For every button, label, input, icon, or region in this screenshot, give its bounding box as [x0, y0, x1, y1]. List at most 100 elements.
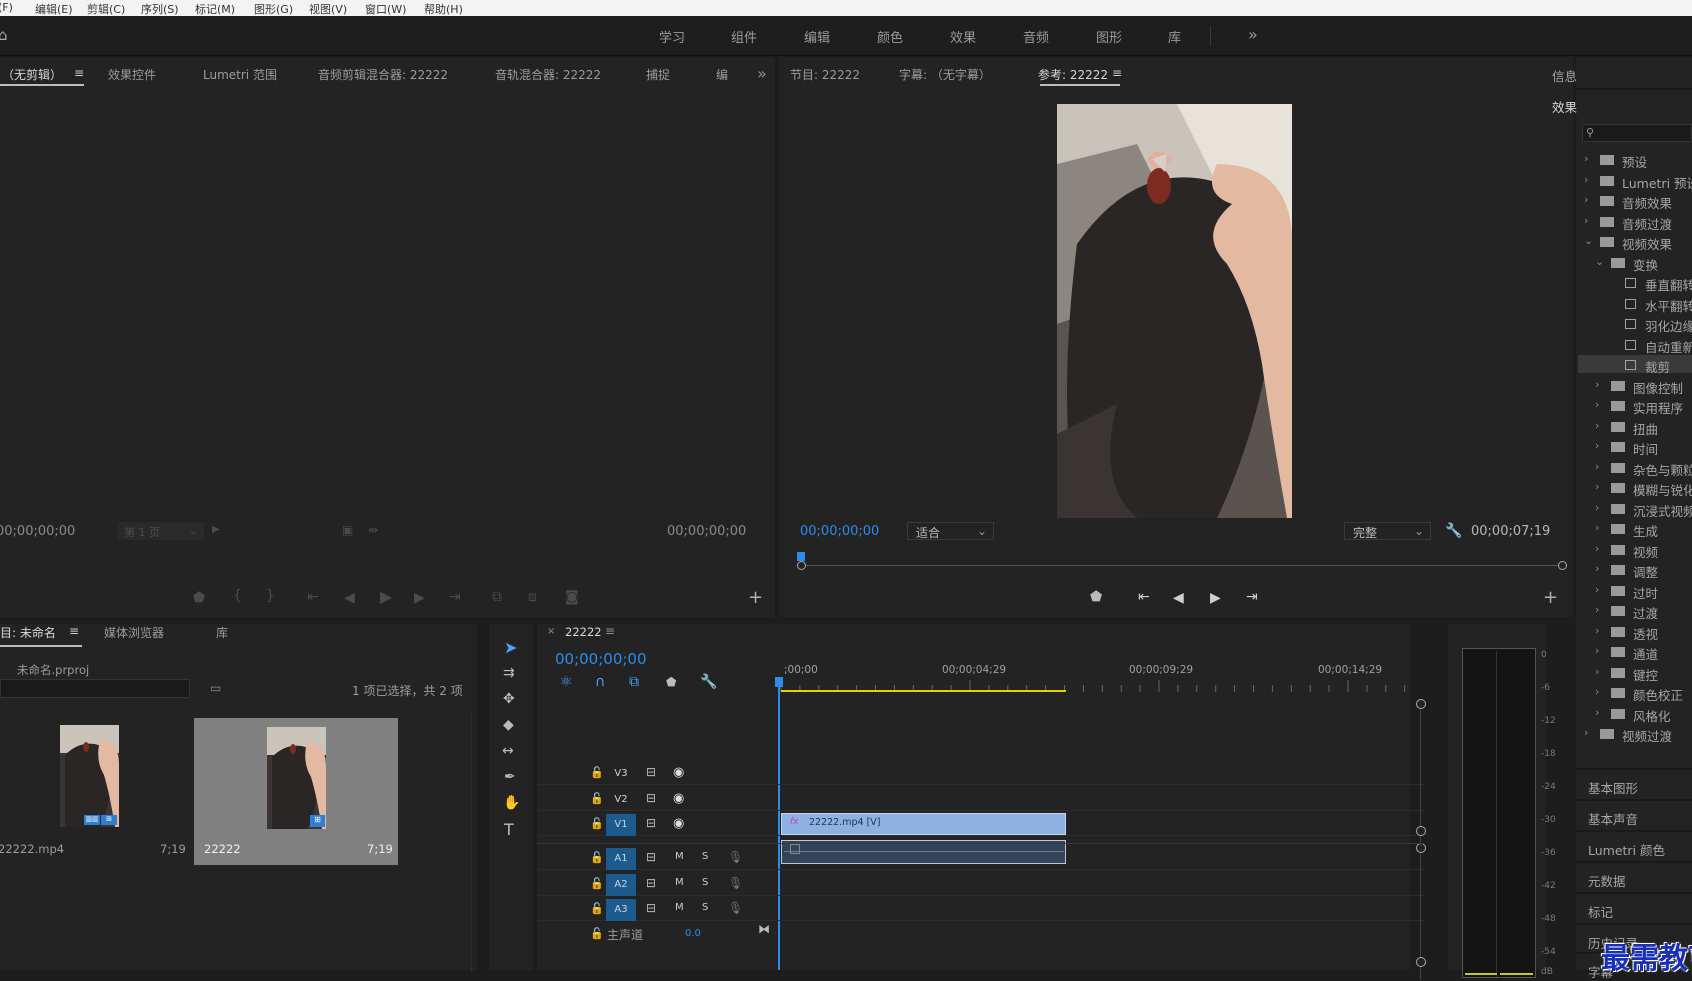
solo-button[interactable]: S — [702, 903, 708, 913]
scroll-knob[interactable] — [1416, 843, 1426, 853]
effects-tree-item[interactable]: 过渡 — [1633, 603, 1658, 622]
sync-lock-icon[interactable]: ⊟ — [646, 792, 656, 804]
workspace-tab[interactable]: 库 — [1168, 27, 1181, 46]
marker-icon[interactable]: ⬟ — [193, 591, 205, 605]
menu-item[interactable]: 图形(G) — [254, 1, 293, 17]
effects-tree-item[interactable]: 杂色与颗粒 — [1633, 460, 1692, 479]
effects-tree-item[interactable]: 羽化边缘 — [1645, 316, 1692, 335]
effects-tree-item[interactable]: 调整 — [1633, 562, 1658, 581]
workspace-tab[interactable]: 效果 — [950, 27, 976, 46]
insert-icon[interactable]: ⇹ — [368, 524, 378, 536]
workspace-tab[interactable]: 音频 — [1023, 27, 1049, 46]
workspace-tab[interactable]: 编辑 — [804, 27, 830, 46]
effects-tree-item[interactable]: 实用程序 — [1633, 398, 1683, 417]
menu-icon[interactable]: ≡ — [1112, 67, 1122, 79]
chevron-right-icon[interactable]: › — [1584, 214, 1588, 227]
project-tab[interactable]: 库 — [216, 624, 228, 641]
chevron-right-icon[interactable]: › — [1584, 726, 1588, 739]
program-tab[interactable]: 字幕: （无字幕） — [899, 66, 991, 83]
scrub-start-knob[interactable] — [797, 561, 806, 570]
play-arrow-small-icon[interactable]: ▶ — [212, 525, 220, 535]
effects-tree-item[interactable]: 颜色校正 — [1633, 685, 1683, 704]
right-panel-tab[interactable]: 元数据 — [1588, 871, 1626, 890]
hand-tool-icon[interactable]: ✋ — [503, 796, 520, 810]
panel-overflow-icon[interactable]: » — [757, 66, 767, 82]
sync-lock-icon[interactable]: ⊟ — [646, 766, 656, 778]
track-label[interactable]: A3 — [606, 899, 636, 921]
chevron-right-icon[interactable]: › — [1595, 480, 1599, 493]
effects-tree-item[interactable]: 水平翻转 — [1645, 296, 1692, 315]
wrench-icon[interactable]: 🔧 — [1445, 524, 1462, 538]
effects-panel-tab[interactable]: 效果 — [1552, 97, 1577, 116]
chevron-right-icon[interactable]: › — [1584, 193, 1588, 206]
track-label[interactable]: V1 — [606, 814, 636, 836]
microphone-icon[interactable]: 🎙 — [728, 877, 743, 889]
play-icon[interactable]: ▶ — [380, 589, 392, 605]
chevron-right-icon[interactable]: › — [1595, 460, 1599, 473]
lock-icon[interactable]: 🔓 — [590, 928, 604, 939]
microphone-icon[interactable]: 🎙 — [728, 851, 743, 863]
lock-icon[interactable]: 🔓 — [590, 852, 604, 863]
fit-select[interactable]: 适合 ⌄ — [907, 522, 994, 540]
add-button-icon[interactable]: + — [748, 589, 763, 607]
effects-tree-item[interactable]: 裁剪 — [1645, 357, 1670, 376]
menu-item[interactable]: 剪辑(C) — [87, 1, 125, 17]
track-select-tool-icon[interactable]: ⇉ — [503, 666, 515, 680]
effects-tree-item[interactable]: 预设 — [1622, 152, 1647, 171]
source-tab[interactable]: Lumetri 范围 — [203, 66, 277, 83]
menu-item[interactable]: 帮助(H) — [424, 1, 463, 17]
add-marker-icon[interactable]: ⬟ — [666, 676, 676, 688]
home-icon[interactable]: ⌂ — [0, 28, 8, 43]
right-panel-tab[interactable]: Lumetri 颜色 — [1588, 840, 1665, 859]
playhead-marker[interactable] — [797, 552, 805, 561]
effects-tree-item[interactable]: 透视 — [1633, 624, 1658, 643]
wrench-icon[interactable]: 🔧 — [700, 675, 717, 689]
add-button-icon[interactable]: + — [1543, 589, 1558, 607]
effects-tree-item[interactable]: 视频效果 — [1622, 234, 1672, 253]
eye-icon[interactable]: ◉ — [673, 817, 684, 830]
timeline-scrollbar-v[interactable] — [1420, 700, 1421, 980]
safe-margin-icon[interactable]: ▣ — [342, 524, 353, 536]
chevron-right-icon[interactable]: › — [1595, 583, 1599, 596]
effects-tree-item[interactable]: 音频过渡 — [1622, 214, 1672, 233]
menu-item[interactable]: 窗口(W) — [365, 1, 406, 17]
slip-tool-icon[interactable]: ↔ — [502, 744, 514, 758]
microphone-icon[interactable]: 🎙 — [728, 902, 743, 914]
scroll-knob[interactable] — [1416, 699, 1426, 709]
chevron-down-icon[interactable]: ⌄ — [1584, 234, 1593, 247]
overwrite-clip-icon[interactable]: ⧈ — [528, 590, 537, 604]
chevron-down-icon[interactable]: ⌄ — [1595, 255, 1604, 268]
selection-tool-icon[interactable]: ➤ — [504, 640, 517, 656]
close-icon[interactable]: × — [547, 627, 555, 637]
program-scrub-bar[interactable] — [797, 552, 1567, 574]
chevron-right-icon[interactable]: › — [1595, 644, 1599, 657]
chevron-right-icon[interactable]: › — [1595, 624, 1599, 637]
chevron-right-icon[interactable]: › — [1595, 603, 1599, 616]
step-back-icon[interactable]: ◀ — [344, 591, 355, 605]
effects-tree-item[interactable]: 扭曲 — [1633, 419, 1658, 438]
project-tab[interactable]: 媒体浏览器 — [104, 624, 164, 641]
video-clip[interactable]: fx 22222.mp4 [V] — [781, 813, 1066, 835]
menu-item[interactable]: 视图(V) — [309, 1, 347, 17]
right-panel-tab[interactable]: 基本声音 — [1588, 809, 1638, 828]
menu-icon[interactable]: ≡ — [74, 67, 84, 79]
project-search-input[interactable] — [0, 679, 190, 698]
go-to-out-icon[interactable]: ⇥ — [1246, 590, 1258, 604]
new-bin-icon[interactable]: ▭ — [210, 682, 221, 694]
lock-icon[interactable]: 🔓 — [590, 818, 604, 829]
razor-tool-icon[interactable]: ◆ — [503, 718, 514, 732]
right-panel-tab[interactable]: 标记 — [1588, 902, 1613, 921]
step-forward-icon[interactable]: ▶ — [414, 591, 425, 605]
chevron-right-icon[interactable]: › — [1584, 152, 1588, 165]
go-to-out-icon[interactable]: ⇥ — [449, 590, 461, 604]
pen-tool-icon[interactable]: ✒ — [504, 770, 516, 784]
workspace-tab[interactable]: 学习 — [659, 27, 685, 46]
track-label[interactable]: V2 — [606, 789, 636, 811]
sync-lock-icon[interactable]: ⊟ — [646, 877, 656, 889]
chevron-right-icon[interactable]: › — [1595, 521, 1599, 534]
info-panel-tab[interactable]: 信息 — [1552, 66, 1577, 85]
mute-button[interactable]: M — [675, 903, 684, 913]
track-label[interactable]: A2 — [606, 874, 636, 896]
track-label[interactable]: A1 — [606, 848, 636, 870]
workspace-tab[interactable]: 颜色 — [877, 27, 903, 46]
